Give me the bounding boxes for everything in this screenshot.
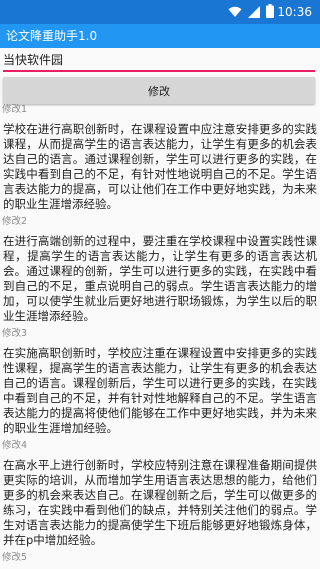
result-text: 学校在进行高职创新时，在课程设置中应注意安排更多的实践课程，从而提高学生的语言表… [3, 122, 317, 211]
modify-button[interactable]: 修改 [3, 77, 315, 104]
app-bar: 论文降重助手1.0 [0, 24, 320, 48]
result-text: 在高水平上进行创新时，学校应特别注意在课程准备期间提供更实际的培训，从而增加学生… [3, 458, 317, 547]
battery-icon [266, 3, 274, 22]
result-text: 在进行高端创新的过程中，要注重在学校课程中设置实践性课程，提高学生的语言表达能力… [3, 234, 317, 323]
result-text: 在实施高职创新时，学校应注重在课程设置中安排更多的实践性课程，提高学生的语言表达… [3, 346, 317, 435]
result-label: 修改1 [2, 104, 28, 115]
status-bar: 10:36 [0, 0, 320, 24]
signal-icon [248, 3, 260, 22]
wifi-icon [228, 3, 242, 22]
result-label: 修改5 [2, 552, 28, 563]
text-input[interactable] [3, 50, 315, 68]
result-label: 修改2 [2, 216, 28, 227]
status-time: 10:36 [277, 5, 312, 19]
status-icons [228, 3, 274, 22]
result-label: 修改4 [2, 440, 28, 451]
results-list[interactable]: 修改1 学校在进行高职创新时，在课程设置中应注意安排更多的实践课程，从而提高学生… [0, 104, 320, 569]
result-label: 修改3 [2, 328, 28, 339]
app-title: 论文降重助手1.0 [6, 29, 98, 43]
input-underline [3, 70, 315, 72]
text-input-container [0, 48, 320, 72]
